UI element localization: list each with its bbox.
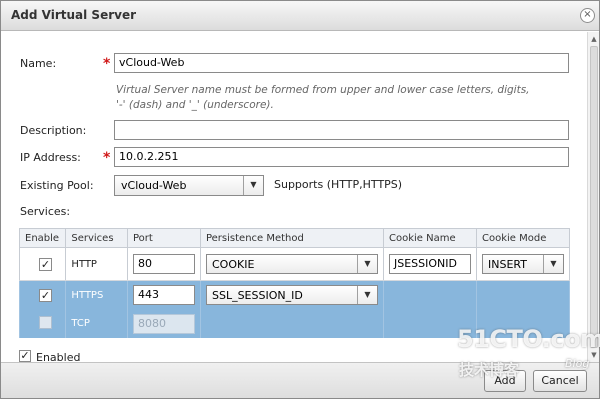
services-table: Enable Services Port Persistence Method … (18, 228, 571, 338)
chevron-down-icon[interactable]: ▼ (356, 255, 377, 273)
cookie-name-cell (382, 309, 477, 338)
persistence-cell (199, 309, 384, 338)
name-field[interactable]: vCloud-Web (114, 53, 569, 73)
enable-checkbox-https[interactable]: ✓ (39, 288, 52, 302)
name-required-mark: * (103, 56, 111, 72)
description-field[interactable] (114, 120, 569, 140)
close-icon[interactable]: × (580, 8, 595, 23)
existing-pool-label: Existing Pool: (20, 179, 94, 192)
table-row-tcp[interactable]: TCP 8080 (18, 309, 571, 338)
enable-cell: ✓ (18, 247, 67, 281)
services-label: Services: (20, 205, 71, 218)
pool-supports-text: Supports (HTTP,HTTPS) (274, 178, 403, 191)
cookie-name-input-http[interactable]: JSESSIONID (388, 254, 471, 274)
enable-checkbox-tcp[interactable] (39, 315, 52, 329)
port-cell: 80 (126, 247, 201, 281)
services-header-row: Enable Services Port Persistence Method … (18, 228, 571, 248)
service-cell: HTTPS (65, 280, 128, 310)
name-label: Name: (20, 57, 57, 70)
table-row-https[interactable]: ✓ HTTPS 443 SSL_SESSION_ID ▼ (18, 280, 571, 310)
header-enable[interactable]: Enable (18, 228, 67, 248)
add-button[interactable]: Add (484, 370, 526, 392)
port-cell: 8080 (126, 309, 201, 338)
ip-address-field[interactable]: 10.0.2.251 (114, 147, 569, 167)
port-input-https[interactable]: 443 (132, 285, 195, 306)
existing-pool-select[interactable]: vCloud-Web ▼ (114, 175, 264, 196)
scroll-up-icon[interactable]: ▲ (589, 34, 599, 44)
service-cell: TCP (65, 309, 128, 338)
scrollbar-thumb[interactable] (590, 46, 598, 348)
name-hint-line-1: Virtual Server name must be formed from … (116, 84, 530, 96)
chevron-down-icon[interactable]: ▼ (356, 286, 377, 305)
persistence-value-https: SSL_SESSION_ID (211, 289, 303, 303)
service-cell: HTTP (65, 247, 128, 281)
header-cookie-mode[interactable]: Cookie Mode (475, 228, 571, 248)
add-virtual-server-dialog: Add Virtual Server × ▲ ▼ Name: * vCloud-… (0, 0, 600, 399)
persistence-cell: COOKIE ▼ (199, 247, 384, 281)
persistence-select-https[interactable]: SSL_SESSION_ID ▼ (205, 285, 378, 306)
ip-required-mark: * (103, 150, 111, 166)
header-services[interactable]: Services (65, 228, 128, 248)
port-input-http[interactable]: 80 (132, 254, 195, 274)
port-input-tcp[interactable]: 8080 (132, 313, 195, 334)
header-port[interactable]: Port (126, 228, 201, 248)
enable-cell (18, 309, 67, 338)
name-hint: Virtual Server name must be formed from … (116, 83, 576, 113)
enable-cell: ✓ (18, 280, 67, 310)
cookie-mode-value-http: INSERT (487, 258, 527, 271)
persistence-select-http[interactable]: COOKIE ▼ (205, 254, 378, 274)
name-hint-line-2: '-' (dash) and '_' (underscore). (116, 99, 274, 111)
existing-pool-value: vCloud-Web (121, 179, 187, 192)
dialog-footer: Add Cancel (1, 362, 599, 398)
cancel-button[interactable]: Cancel (533, 370, 587, 392)
persistence-cell: SSL_SESSION_ID ▼ (199, 280, 384, 310)
description-label: Description: (20, 124, 87, 137)
cookie-mode-cell (475, 309, 571, 338)
dialog-title: Add Virtual Server (11, 8, 136, 22)
cookie-mode-cell: INSERT ▼ (475, 247, 571, 281)
port-cell: 443 (126, 280, 201, 310)
persistence-value-http: COOKIE (211, 258, 255, 271)
title-bar: Add Virtual Server × (1, 1, 599, 31)
header-cookie-name[interactable]: Cookie Name (382, 228, 477, 248)
vertical-scrollbar[interactable]: ▲ ▼ (587, 32, 599, 362)
cookie-mode-select-http[interactable]: INSERT ▼ (481, 254, 564, 274)
cookie-name-cell (382, 280, 477, 310)
chevron-down-icon[interactable]: ▼ (542, 255, 563, 273)
header-persistence-method[interactable]: Persistence Method (199, 228, 384, 248)
enabled-checkbox[interactable]: ✓ (19, 350, 31, 362)
table-row-http[interactable]: ✓ HTTP 80 COOKIE ▼ JSESSIONID INSERT ▼ (18, 247, 571, 281)
enable-checkbox-http[interactable]: ✓ (39, 257, 52, 271)
ip-address-label: IP Address: (20, 151, 81, 164)
cookie-mode-cell (475, 280, 571, 310)
chevron-down-icon[interactable]: ▼ (243, 176, 263, 195)
scroll-down-icon[interactable]: ▼ (589, 350, 599, 360)
cookie-name-cell: JSESSIONID (382, 247, 477, 281)
